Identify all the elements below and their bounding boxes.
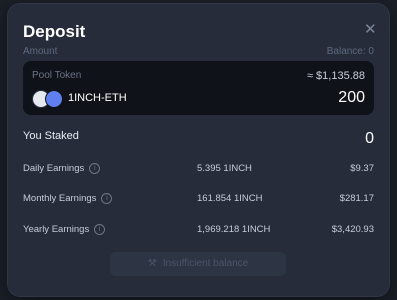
magic-wand-icon: ⚒ [147, 258, 157, 269]
deposit-modal: Deposit ✕ Amount Balance: 0 Pool Token ≈… [8, 4, 389, 296]
info-icon[interactable]: i [101, 193, 113, 204]
earnings-amount: 1,969.218 1INCH [197, 224, 271, 235]
pool-token-label: Pool Token [32, 70, 82, 81]
token-name: 1INCH-ETH [68, 92, 127, 104]
earnings-label: Daily Earnings i [23, 163, 101, 174]
earnings-row-daily: Daily Earnings i 5.395 1INCH $9.37 [23, 163, 374, 177]
amount-label: Amount [23, 46, 58, 57]
earnings-amount: 5.395 1INCH [197, 163, 252, 174]
you-staked-label: You Staked [23, 130, 79, 142]
close-icon[interactable]: ✕ [364, 22, 377, 37]
eth-token-icon [45, 90, 63, 108]
earnings-usd: $9.37 [350, 163, 374, 174]
earnings-row-yearly: Yearly Earnings i 1,969.218 1INCH $3,420.… [23, 224, 374, 238]
amount-input-box[interactable]: Pool Token ≈ $1,135.88 1INCH-ETH [23, 61, 374, 115]
usd-value: ≈ $1,135.88 [306, 70, 365, 82]
submit-label: Insufficient balance [162, 258, 249, 269]
balance-label: Balance: 0 [326, 46, 374, 57]
info-icon[interactable]: i [89, 163, 101, 174]
modal-title: Deposit [23, 22, 86, 41]
you-staked-value: 0 [365, 130, 374, 147]
earnings-usd: $3,420.93 [331, 224, 374, 235]
info-icon[interactable]: i [94, 224, 106, 235]
earnings-label: Monthly Earnings i [23, 193, 113, 204]
earnings-row-monthly: Monthly Earnings i 161.854 1INCH $281.17 [23, 193, 374, 207]
earnings-amount: 161.854 1INCH [197, 193, 263, 204]
amount-input[interactable] [265, 88, 365, 108]
earnings-label: Yearly Earnings i [23, 224, 106, 235]
earnings-usd: $281.17 [339, 193, 374, 204]
token-pair-icons [32, 90, 66, 108]
insufficient-balance-button[interactable]: ⚒ Insufficient balance [110, 252, 286, 276]
